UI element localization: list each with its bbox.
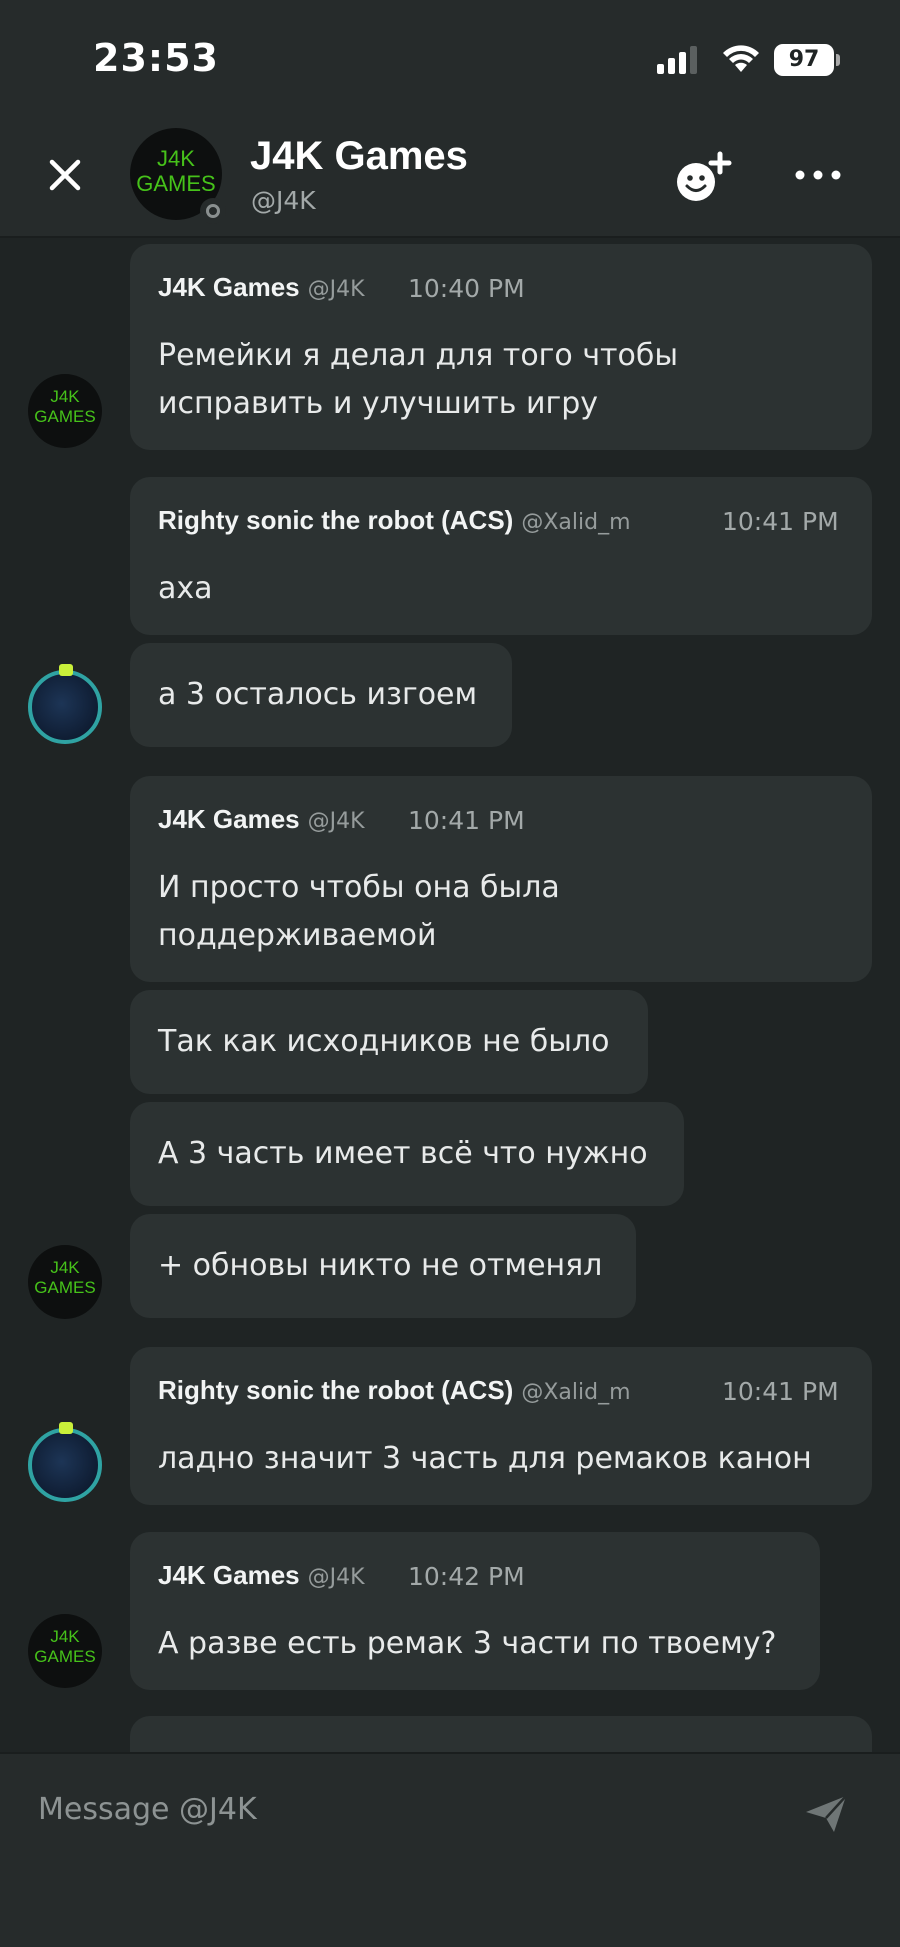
send-icon[interactable] bbox=[804, 1794, 848, 1834]
message-bubble[interactable]: + обновы никто не отменял bbox=[130, 1214, 636, 1318]
avatar-logo-line2: GAMES bbox=[136, 171, 216, 196]
message-text: А разве есть ремак 3 части по твоему? bbox=[158, 1626, 777, 1661]
message-bubble[interactable]: Так как исходников не было bbox=[130, 990, 648, 1094]
avatar-logo-line2: GAMES bbox=[34, 1647, 96, 1666]
close-icon[interactable] bbox=[40, 150, 90, 200]
more-icon[interactable] bbox=[792, 160, 844, 190]
avatar-logo-line2: GAMES bbox=[34, 407, 96, 426]
user-handle: @J4K bbox=[251, 186, 316, 215]
wifi-icon bbox=[723, 45, 759, 72]
status-time: 23:53 bbox=[93, 36, 219, 80]
avatar[interactable]: J4K GAMES bbox=[28, 1614, 102, 1688]
message-group[interactable]: J4K Games @J4K 10:40 PM Ремейки я делал д… bbox=[130, 244, 872, 450]
cellular-signal-icon bbox=[657, 46, 697, 74]
message-header: Righty sonic the robot (ACS) @Xalid_m bbox=[158, 505, 631, 536]
avatar-decoration bbox=[59, 1422, 73, 1434]
message-timestamp: 10:41 PM bbox=[722, 507, 839, 536]
avatar-logo-line1: J4K bbox=[50, 1627, 80, 1646]
message-timestamp: 10:42 PM bbox=[408, 1562, 525, 1591]
message-timestamp: 10:41 PM bbox=[408, 806, 525, 835]
avatar[interactable]: J4K GAMES bbox=[28, 1245, 102, 1319]
message-text: И просто чтобы она была bbox=[158, 870, 560, 905]
message-timestamp: 10:41 PM bbox=[722, 1377, 839, 1406]
message-header: J4K Games @J4K bbox=[158, 272, 365, 303]
message-header: J4K Games @J4K bbox=[158, 804, 365, 835]
message-group[interactable]: J4K Games @J4K 10:42 PM А разве есть рема… bbox=[130, 1532, 820, 1690]
avatar[interactable] bbox=[28, 1422, 102, 1502]
avatar-logo-line1: J4K bbox=[50, 387, 80, 406]
status-bar: 23:53 97 bbox=[0, 0, 900, 120]
message-text: поддерживаемой bbox=[158, 918, 437, 953]
avatar-logo-line2: GAMES bbox=[34, 1278, 96, 1297]
avatar[interactable]: J4K GAMES bbox=[28, 374, 102, 448]
message-text: ладно значит 3 часть для ремаков канон bbox=[158, 1441, 812, 1476]
avatar[interactable]: J4K GAMES bbox=[130, 128, 226, 224]
message-author[interactable]: J4K Games bbox=[158, 804, 300, 834]
message-bubble[interactable]: А 3 часть имеет всё что нужно bbox=[130, 1102, 684, 1206]
avatar[interactable] bbox=[28, 664, 102, 744]
message-bubble[interactable]: а 3 осталось изгоем bbox=[130, 643, 512, 747]
message-group[interactable]: Righty sonic the robot (ACS) @Xalid_m 10:… bbox=[130, 1347, 872, 1505]
avatar-logo-line1: J4K bbox=[50, 1258, 80, 1277]
battery-level: 97 bbox=[774, 44, 834, 76]
avatar-decoration bbox=[59, 664, 73, 676]
page-title[interactable]: J4K Games bbox=[250, 134, 468, 179]
offline-status-icon bbox=[200, 198, 226, 224]
message-group[interactable]: J4K Games @J4K 10:41 PM И просто чтобы он… bbox=[130, 776, 872, 982]
message-author[interactable]: Righty sonic the robot (ACS) bbox=[158, 1375, 513, 1405]
message-input[interactable] bbox=[38, 1784, 738, 1834]
message-author[interactable]: J4K Games bbox=[158, 1560, 300, 1590]
message-text: А 3 часть имеет всё что нужно bbox=[158, 1136, 648, 1171]
message-composer bbox=[0, 1752, 900, 1947]
message-list[interactable]: J4K Games @J4K 10:40 PM Ремейки я делал д… bbox=[0, 240, 900, 1752]
dm-header: J4K GAMES J4K Games @J4K bbox=[0, 120, 900, 238]
message-text: + обновы никто не отменял bbox=[158, 1248, 603, 1283]
message-text: Ремейки я делал для того чтобы bbox=[158, 338, 679, 373]
message-handle: @J4K bbox=[307, 277, 365, 302]
message-group[interactable]: Righty sonic the robot (ACS) @Xalid_m 10:… bbox=[130, 477, 872, 635]
message-author[interactable]: Righty sonic the robot (ACS) bbox=[158, 505, 513, 535]
add-friend-icon[interactable] bbox=[672, 148, 738, 208]
message-text: а 3 осталось изгоем bbox=[158, 677, 478, 712]
message-author[interactable]: J4K Games bbox=[158, 272, 300, 302]
message-handle: @Xalid_m bbox=[521, 1380, 631, 1405]
message-text: исправить и улучшить игру bbox=[158, 386, 599, 421]
message-header: Righty sonic the robot (ACS) @Xalid_m bbox=[158, 1375, 631, 1406]
message-header: J4K Games @J4K bbox=[158, 1560, 365, 1591]
message-text: аха bbox=[158, 571, 213, 606]
avatar-logo-line1: J4K bbox=[157, 146, 195, 171]
message-handle: @Xalid_m bbox=[521, 510, 631, 535]
message-text: Так как исходников не было bbox=[158, 1024, 610, 1059]
message-handle: @J4K bbox=[307, 1565, 365, 1590]
message-timestamp: 10:40 PM bbox=[408, 274, 525, 303]
message-handle: @J4K bbox=[307, 809, 365, 834]
battery-icon: 97 bbox=[774, 44, 840, 76]
message-group[interactable] bbox=[130, 1716, 872, 1752]
